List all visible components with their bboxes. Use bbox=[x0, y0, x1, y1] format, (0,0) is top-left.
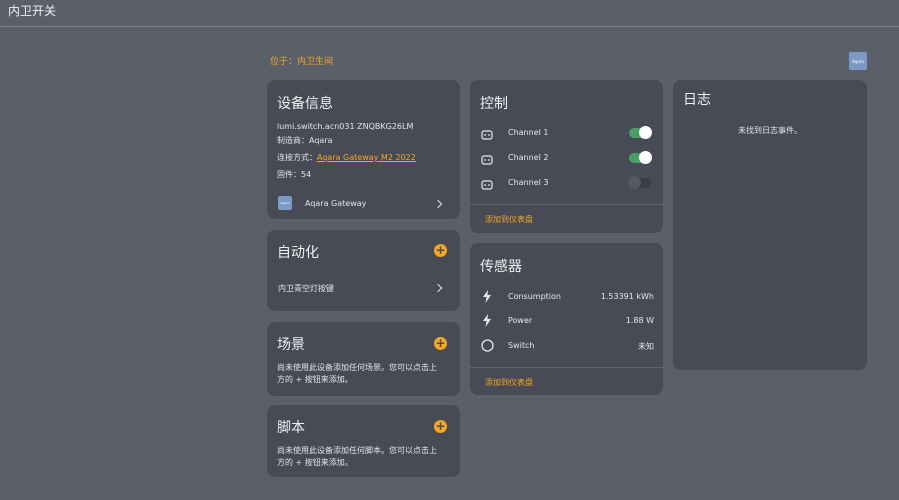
device-firmware: 固件：54 bbox=[277, 170, 312, 179]
flash-icon bbox=[483, 290, 491, 303]
sensors-card: 传感器 Consumption 1.53391 kWh Power 1.88 W… bbox=[470, 243, 663, 395]
scene-card: 场景 + 尚未使用此设备添加任何场景。您可以点击上 方的 + 按钮来添加。 bbox=[267, 322, 460, 396]
sensors-divider bbox=[470, 367, 663, 368]
log-card: 日志 未找到日志事件。 bbox=[673, 80, 867, 370]
channel-row-3: Channel 3 bbox=[470, 174, 663, 192]
location-link[interactable]: 位于：内卫生间 bbox=[270, 54, 333, 67]
control-divider bbox=[470, 204, 663, 205]
add-script-button[interactable]: + bbox=[434, 420, 447, 433]
channel-label: Channel 1 bbox=[508, 128, 549, 137]
channel-row-1: Channel 1 bbox=[470, 124, 663, 142]
channel-3-toggle[interactable] bbox=[628, 176, 651, 189]
gateway-row[interactable]: Aqara Aqara Gateway bbox=[267, 192, 460, 214]
script-title: 脚本 bbox=[277, 420, 305, 436]
channel-row-2: Channel 2 bbox=[470, 149, 663, 167]
sensor-value: 未知 bbox=[638, 342, 654, 351]
sensor-row-consumption[interactable]: Consumption 1.53391 kWh bbox=[470, 288, 663, 306]
automation-item[interactable]: 内卫青空灯按键 bbox=[267, 278, 460, 298]
sensor-value: 1.53391 kWh bbox=[600, 292, 654, 301]
control-add-to-dashboard[interactable]: 添加到仪表盘 bbox=[485, 214, 533, 225]
script-empty-line2: 方的 + 按钮来添加。 bbox=[277, 458, 353, 467]
add-automation-button[interactable]: + bbox=[434, 244, 447, 257]
sensor-row-power[interactable]: Power 1.88 W bbox=[470, 312, 663, 330]
connection-label: 连接方式： bbox=[277, 153, 317, 162]
top-bar: 内卫开关 bbox=[0, 0, 899, 27]
scene-title: 场景 bbox=[277, 337, 305, 353]
device-info-card: 设备信息 lumi.switch.acn031 ZNQBKG26LM 制造商：A… bbox=[267, 80, 460, 219]
gateway-name: Aqara Gateway bbox=[305, 199, 367, 208]
sensor-label: Consumption bbox=[508, 292, 561, 301]
device-model: lumi.switch.acn031 ZNQBKG26LM bbox=[277, 122, 414, 131]
channel-label: Channel 2 bbox=[508, 153, 549, 162]
switch-icon bbox=[481, 130, 493, 140]
page-title: 内卫开关 bbox=[8, 4, 57, 18]
control-card: 控制 Channel 1 Channel 2 Channel 3 添加到仪表盘 bbox=[470, 80, 663, 233]
automation-card: 自动化 + 内卫青空灯按键 bbox=[267, 230, 460, 311]
sensor-value: 1.88 W bbox=[625, 316, 654, 325]
flash-icon bbox=[483, 314, 491, 327]
gateway-icon: Aqara bbox=[278, 196, 292, 210]
sensor-label: Power bbox=[508, 316, 533, 325]
device-manufacturer: 制造商：Aqara bbox=[277, 136, 333, 145]
sensor-row-switch[interactable]: Switch 未知 bbox=[470, 337, 663, 355]
sensors-add-to-dashboard[interactable]: 添加到仪表盘 bbox=[485, 377, 533, 388]
sensor-label: Switch bbox=[508, 341, 535, 350]
device-connection: 连接方式：Aqara Gateway M2 2022 bbox=[277, 152, 416, 163]
channel-2-toggle[interactable] bbox=[629, 151, 652, 164]
control-title: 控制 bbox=[480, 96, 508, 112]
scene-empty-line2: 方的 + 按钮来添加。 bbox=[277, 375, 353, 384]
channel-label: Channel 3 bbox=[508, 178, 549, 187]
sensors-title: 传感器 bbox=[480, 259, 522, 275]
circle-outline-icon bbox=[481, 339, 494, 352]
switch-icon bbox=[481, 155, 493, 165]
connection-link[interactable]: Aqara Gateway M2 2022 bbox=[317, 153, 416, 162]
chevron-right-icon bbox=[433, 199, 443, 209]
script-card: 脚本 + 尚未使用此设备添加任何脚本。您可以点击上 方的 + 按钮来添加。 bbox=[267, 405, 460, 477]
log-empty-message: 未找到日志事件。 bbox=[738, 126, 802, 135]
chevron-right-icon bbox=[433, 283, 443, 293]
automation-item-label: 内卫青空灯按键 bbox=[278, 284, 334, 293]
switch-icon bbox=[481, 180, 493, 190]
brand-logo: Aqara bbox=[849, 52, 867, 70]
scene-empty-line1: 尚未使用此设备添加任何场景。您可以点击上 bbox=[277, 363, 437, 372]
channel-1-toggle[interactable] bbox=[629, 126, 652, 139]
device-info-title: 设备信息 bbox=[277, 96, 333, 112]
add-scene-button[interactable]: + bbox=[434, 337, 447, 350]
automation-title: 自动化 bbox=[277, 245, 319, 261]
log-title: 日志 bbox=[683, 92, 711, 108]
script-empty-line1: 尚未使用此设备添加任何脚本。您可以点击上 bbox=[277, 446, 437, 455]
